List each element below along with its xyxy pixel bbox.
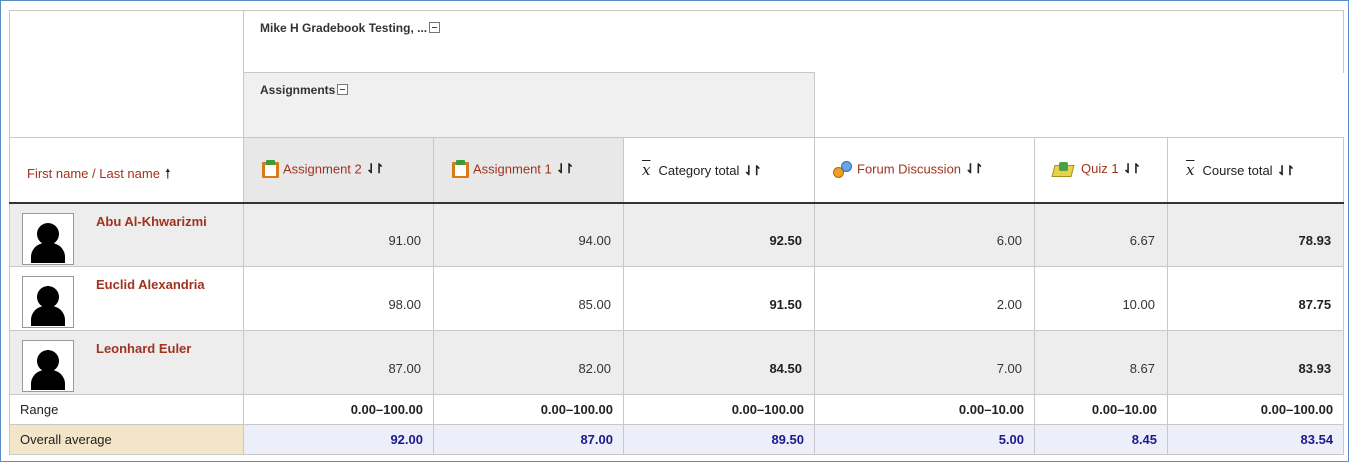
range-value: 0.00–10.00 — [814, 394, 1035, 425]
grade-cell[interactable]: 92.50 — [623, 202, 815, 267]
grade-cell[interactable]: 6.67 — [1034, 202, 1168, 267]
student-row: Leonhard Euler 87.00 82.00 84.50 7.00 8.… — [9, 330, 1345, 395]
sort-ascending-icon[interactable]: 🠕 — [165, 166, 171, 181]
range-value: 0.00–100.00 — [243, 394, 434, 425]
student-name-cell: Abu Al-Khwarizmi — [9, 202, 244, 267]
student-name-link[interactable]: Euclid Alexandria — [96, 277, 205, 292]
student-name-cell: Leonhard Euler — [9, 330, 244, 395]
x-bar-icon: x — [1186, 160, 1195, 179]
grade-cell[interactable]: 87.75 — [1166, 266, 1345, 331]
average-value: 5.00 — [814, 424, 1035, 455]
average-value: 89.50 — [623, 424, 815, 455]
average-value: 83.54 — [1166, 424, 1345, 455]
grade-cell[interactable]: 8.67 — [1034, 330, 1168, 395]
grade-cell[interactable]: 7.00 — [814, 330, 1035, 395]
assignment-icon — [262, 159, 279, 178]
assignment-icon — [452, 159, 469, 178]
avatar[interactable] — [22, 212, 74, 265]
grade-cell[interactable]: 10.00 — [1034, 266, 1168, 331]
category-total-label: Category total — [658, 162, 740, 178]
category-spacer — [813, 72, 1344, 138]
collapse-course-category-icon[interactable] — [429, 22, 441, 34]
student-row: Euclid Alexandria 98.00 85.00 91.50 2.00… — [9, 266, 1345, 331]
grade-cell[interactable]: 85.00 — [433, 266, 624, 331]
range-value: 0.00–100.00 — [433, 394, 624, 425]
average-value: 8.45 — [1034, 424, 1168, 455]
range-row: Range 0.00–100.00 0.00–100.00 0.00–100.0… — [9, 394, 1345, 425]
assignment-1-link[interactable]: Assignment 1 — [473, 161, 552, 176]
assignments-category-header: Assignments — [243, 72, 815, 138]
assignment-2-link[interactable]: Assignment 2 — [283, 161, 362, 176]
sort-icon[interactable]: ⇃↾ — [1277, 163, 1296, 179]
sort-by-name-link[interactable]: First name / Last name — [27, 166, 160, 181]
avatar[interactable] — [22, 340, 74, 392]
sort-icon[interactable]: ⇃↾ — [366, 161, 385, 177]
student-name-link[interactable]: Leonhard Euler — [96, 341, 191, 356]
grade-cell[interactable]: 6.00 — [814, 202, 1035, 267]
forum-icon — [833, 160, 853, 179]
grade-cell[interactable]: 94.00 — [433, 202, 624, 267]
name-column-header[interactable]: First name / Last name 🠕 — [9, 137, 244, 204]
grade-cell[interactable]: 83.93 — [1166, 330, 1345, 395]
sort-icon[interactable]: ⇃↾ — [1123, 161, 1142, 177]
range-value: 0.00–100.00 — [623, 394, 815, 425]
sort-icon[interactable]: ⇃↾ — [556, 161, 575, 177]
avatar[interactable] — [22, 276, 74, 328]
student-row: Abu Al-Khwarizmi 91.00 94.00 92.50 6.00 … — [9, 202, 1345, 267]
range-value: 0.00–10.00 — [1034, 394, 1168, 425]
average-value: 87.00 — [433, 424, 624, 455]
column-header-forum-discussion[interactable]: Forum Discussion ⇃↾ — [814, 137, 1035, 204]
course-category-label: Mike H Gradebook Testing, ... — [260, 21, 428, 35]
grade-cell[interactable]: 87.00 — [243, 330, 434, 395]
grade-cell[interactable]: 82.00 — [433, 330, 624, 395]
assignments-category-label: Assignments — [260, 83, 336, 97]
grade-cell[interactable]: 78.93 — [1166, 202, 1345, 267]
sort-icon[interactable]: ⇃↾ — [743, 163, 762, 179]
column-header-quiz-1[interactable]: Quiz 1 ⇃↾ — [1034, 137, 1168, 204]
column-header-category-total[interactable]: x Category total ⇃↾ — [623, 137, 815, 204]
overall-average-label: Overall average — [9, 424, 244, 455]
grader-report-table: Mike H Gradebook Testing, ... Assignment… — [9, 10, 1345, 455]
average-value: 92.00 — [243, 424, 434, 455]
quiz-1-link[interactable]: Quiz 1 — [1081, 161, 1119, 176]
student-name-cell: Euclid Alexandria — [9, 266, 244, 331]
forum-discussion-link[interactable]: Forum Discussion — [857, 161, 961, 176]
grade-cell[interactable]: 84.50 — [623, 330, 815, 395]
grade-cell[interactable]: 98.00 — [243, 266, 434, 331]
column-header-course-total[interactable]: x Course total ⇃↾ — [1166, 137, 1345, 204]
column-header-assignment-2[interactable]: Assignment 2 ⇃↾ — [243, 137, 434, 204]
collapse-assignments-category-icon[interactable] — [337, 84, 349, 96]
corner-cell — [9, 10, 244, 138]
quiz-icon — [1051, 162, 1075, 178]
course-total-label: Course total — [1202, 162, 1273, 178]
student-name-link[interactable]: Abu Al-Khwarizmi — [96, 214, 207, 229]
course-category-header: Mike H Gradebook Testing, ... — [242, 10, 1345, 73]
overall-average-row: Overall average 92.00 87.00 89.50 5.00 8… — [9, 424, 1345, 455]
sort-icon[interactable]: ⇃↾ — [965, 161, 984, 177]
range-value: 0.00–100.00 — [1166, 394, 1345, 425]
x-bar-icon: x — [642, 160, 651, 179]
gradebook-frame: Mike H Gradebook Testing, ... Assignment… — [0, 0, 1349, 462]
grade-cell[interactable]: 91.00 — [243, 202, 434, 267]
grade-cell[interactable]: 2.00 — [814, 266, 1035, 331]
column-header-assignment-1[interactable]: Assignment 1 ⇃↾ — [433, 137, 624, 204]
grade-cell[interactable]: 91.50 — [623, 266, 815, 331]
range-label: Range — [9, 394, 244, 425]
